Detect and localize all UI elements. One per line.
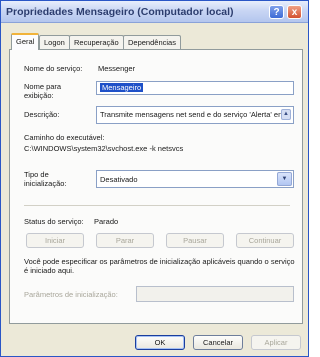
tab-recuperacao[interactable]: Recuperação xyxy=(69,35,124,49)
general-tab-panel: Nome do serviço: Messenger Nome para exi… xyxy=(9,49,303,324)
tab-dependencias[interactable]: Dependências xyxy=(123,35,181,49)
stop-button[interactable]: Parar xyxy=(96,233,154,248)
cancel-button[interactable]: Cancelar xyxy=(193,335,243,350)
exec-path-value: C:\WINDOWS\system32\svchost.exe -k netsv… xyxy=(24,144,184,153)
service-name-label: Nome do serviço: xyxy=(24,64,83,73)
description-value: Transmite mensagens net send e do serviç… xyxy=(100,110,293,119)
resume-button[interactable]: Continuar xyxy=(236,233,294,248)
startup-type-select[interactable]: Desativado ▼ xyxy=(96,170,294,188)
scroll-up-icon[interactable]: ▲ xyxy=(281,109,291,120)
title-bar[interactable]: Propriedades Mensageiro (Computador loca… xyxy=(1,1,308,23)
display-name-field[interactable]: Mensageiro xyxy=(96,81,294,95)
tab-geral[interactable]: Geral xyxy=(11,33,40,50)
display-name-value: Mensageiro xyxy=(100,83,144,92)
start-params-input[interactable] xyxy=(136,286,294,302)
start-params-note: Você pode especificar os parâmetros de i… xyxy=(24,257,295,275)
close-button[interactable]: x xyxy=(287,5,302,19)
window-title: Propriedades Mensageiro (Computador loca… xyxy=(6,6,234,18)
help-button[interactable]: ? xyxy=(269,5,284,19)
tab-logon[interactable]: Logon xyxy=(39,35,70,49)
display-name-label: Nome para exibição: xyxy=(24,82,62,100)
description-field[interactable]: Transmite mensagens net send e do serviç… xyxy=(96,106,294,124)
startup-type-label: Tipo de inicialização: xyxy=(24,170,67,188)
start-params-label: Parâmetros de inicialização: xyxy=(24,290,118,299)
startup-type-value: Desativado xyxy=(100,175,138,184)
properties-dialog: Propriedades Mensageiro (Computador loca… xyxy=(0,0,309,357)
exec-path-label: Caminho do executável: xyxy=(24,133,105,142)
start-button[interactable]: Iniciar xyxy=(26,233,84,248)
separator xyxy=(24,205,290,206)
apply-button[interactable]: Aplicar xyxy=(251,335,301,350)
service-status-value: Parado xyxy=(94,217,119,226)
service-status-label: Status do serviço: xyxy=(24,217,84,226)
service-name-value: Messenger xyxy=(98,64,136,73)
ok-button[interactable]: OK xyxy=(135,335,185,350)
chevron-down-icon[interactable]: ▼ xyxy=(277,172,292,186)
description-label: Descrição: xyxy=(24,110,60,119)
pause-button[interactable]: Pausar xyxy=(166,233,224,248)
